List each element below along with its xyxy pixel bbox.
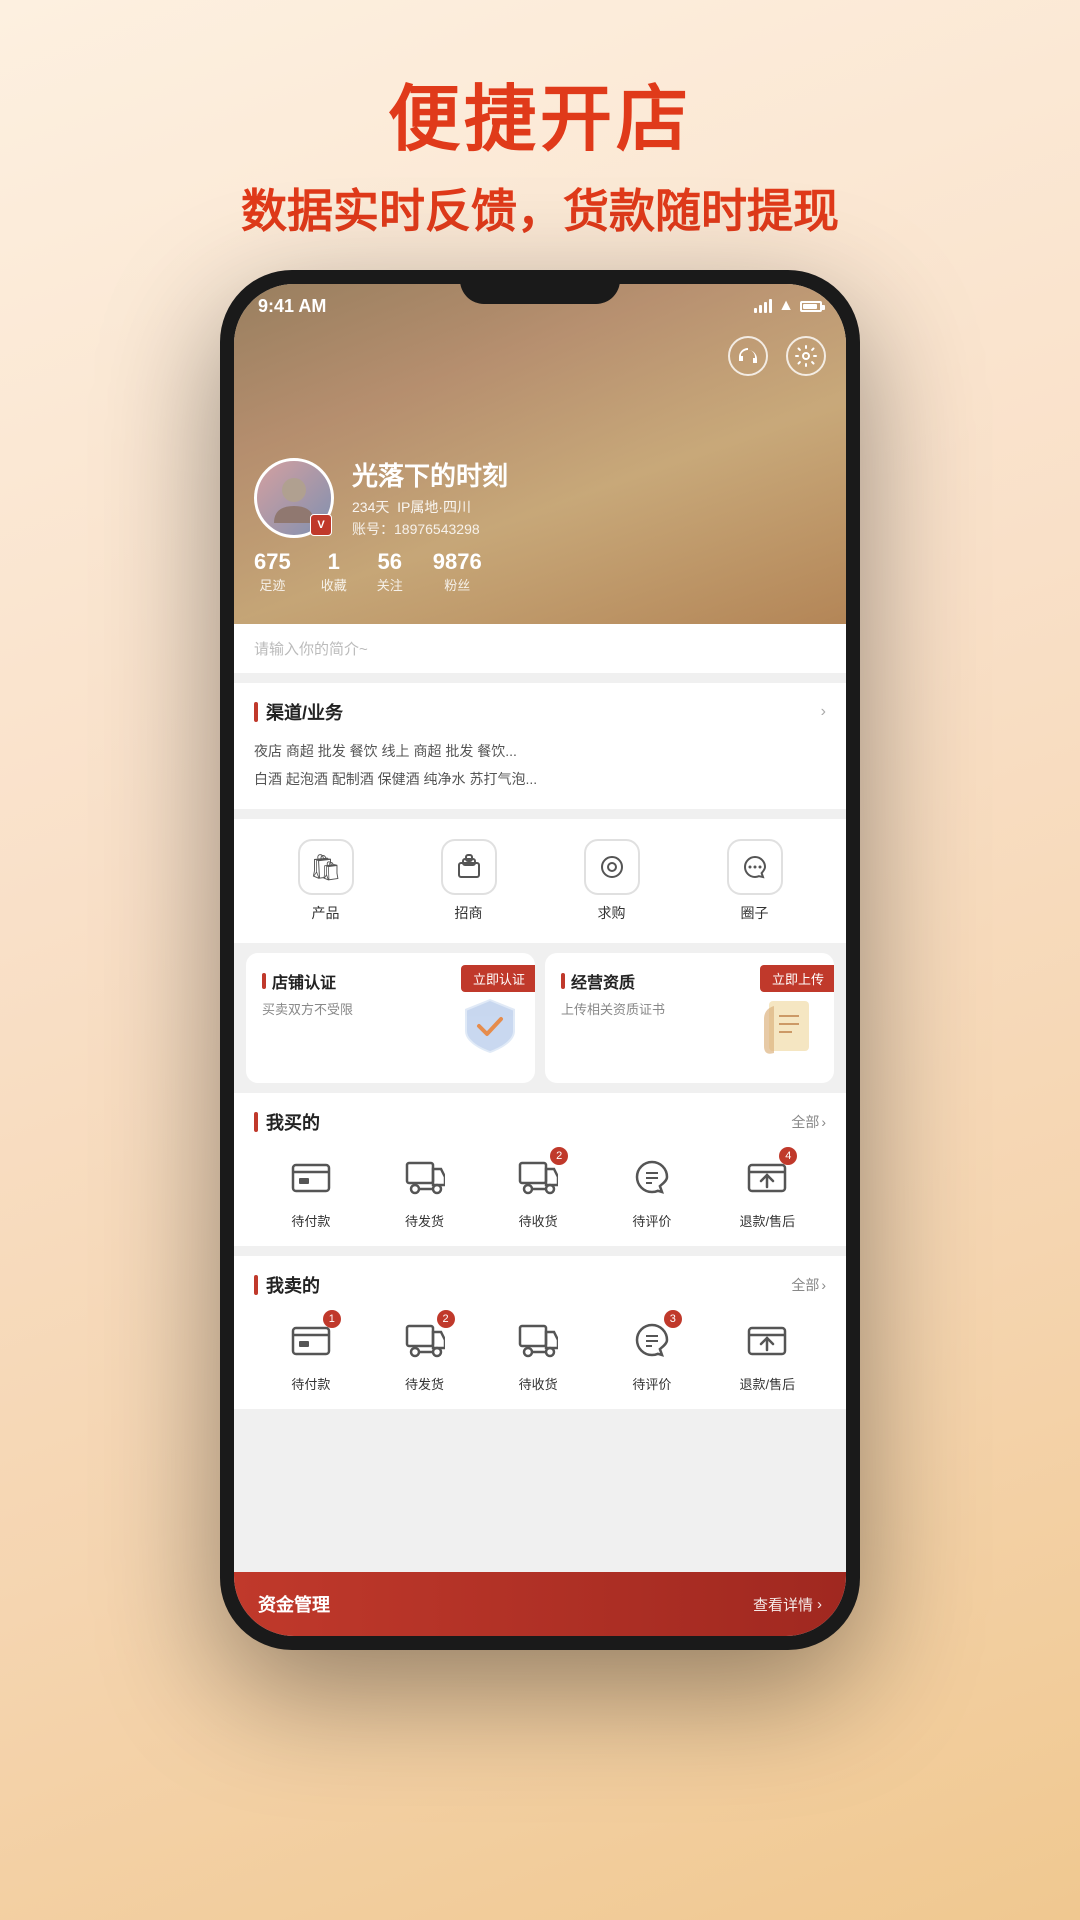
cert-row: 立即认证 店铺认证 买卖双方不受限: [234, 953, 846, 1083]
bottom-bar[interactable]: 资金管理 查看详情 ›: [234, 1572, 846, 1636]
nav-buy[interactable]: 求购: [584, 839, 640, 923]
order-review[interactable]: 待评价: [626, 1151, 678, 1230]
stat-fans: 9876 粉丝: [433, 549, 482, 594]
status-time: 9:41 AM: [258, 296, 326, 317]
bottom-bar-title: 资金管理: [258, 1591, 330, 1617]
nav-circle-label: 圈子: [741, 903, 769, 923]
badge-sales-review: 3: [664, 1310, 682, 1328]
order-pending-pay[interactable]: 待付款: [285, 1151, 337, 1230]
sales-pending-ship[interactable]: 2 待发货: [399, 1314, 451, 1393]
stat-following: 56 关注: [377, 549, 403, 594]
nav-product-label: 产品: [312, 903, 340, 923]
cert-badge-2[interactable]: 立即上传: [760, 965, 834, 992]
channel-tags-row1: 夜店 商超 批发 餐饮 线上 商超 批发 餐饮...: [254, 737, 826, 765]
purchases-icons-row: 待付款: [254, 1151, 826, 1230]
badge-sales-pay: 1: [323, 1310, 341, 1328]
main-title-line1: 便捷开店: [0, 60, 1080, 165]
cert-icon-1: [455, 991, 525, 1073]
sales-icons-row: 1 待付款: [254, 1314, 826, 1393]
channel-tags-row2: 白酒 起泡酒 配制酒 保健酒 纯净水 苏打气泡...: [254, 765, 826, 793]
phone-mockup: 9:41 AM ▲: [220, 270, 860, 1650]
buy-icon: [584, 839, 640, 895]
shop-cert-card[interactable]: 立即认证 店铺认证 买卖双方不受限: [246, 953, 535, 1083]
avatar-badge: V: [310, 514, 332, 536]
sales-refund[interactable]: 退款/售后: [740, 1314, 796, 1393]
nav-circle[interactable]: 圈子: [727, 839, 783, 923]
sales-section: 我卖的 全部 ›: [234, 1256, 846, 1409]
main-title-line2: 数据实时反馈，货款随时提现: [0, 175, 1080, 241]
headset-icon[interactable]: [728, 336, 768, 376]
wifi-icon: ▲: [778, 297, 794, 315]
page-title-block: 便捷开店 数据实时反馈，货款随时提现: [0, 0, 1080, 241]
user-account: 账号：18976543298: [352, 519, 508, 539]
channel-title: 渠道/业务: [254, 699, 343, 725]
nav-product[interactable]: 🛍 产品: [298, 839, 354, 923]
sales-pending-pay[interactable]: 1 待付款: [285, 1314, 337, 1393]
product-icon: 🛍: [298, 839, 354, 895]
quick-nav: 🛍 产品 招商: [234, 819, 846, 943]
phone-screen: 9:41 AM ▲: [234, 284, 846, 1636]
biz-cert-card[interactable]: 立即上传 经营资质 上传相关资质证书: [545, 953, 834, 1083]
purchases-view-all[interactable]: 全部 ›: [791, 1112, 826, 1132]
order-refund[interactable]: 4 退款/售后: [740, 1151, 796, 1230]
cert-icon-2: [754, 991, 824, 1073]
bio-placeholder: 请输入你的简介~: [254, 641, 368, 658]
circle-icon: [727, 839, 783, 895]
sales-title: 我卖的: [254, 1272, 320, 1298]
sales-view-all[interactable]: 全部 ›: [791, 1275, 826, 1295]
signal-icon: [754, 299, 772, 313]
cert-badge-1[interactable]: 立即认证: [461, 965, 535, 992]
battery-icon: [800, 301, 822, 312]
nav-buy-label: 求购: [598, 903, 626, 923]
bio-section[interactable]: 请输入你的简介~: [234, 624, 846, 673]
hero-header: 9:41 AM ▲: [234, 284, 846, 624]
phone-frame: 9:41 AM ▲: [220, 270, 860, 1650]
avatar-container: V: [254, 458, 334, 538]
order-receiving[interactable]: 2 待收货: [512, 1151, 564, 1230]
order-pending-pay-label: 待付款: [291, 1211, 330, 1230]
settings-icon[interactable]: [786, 336, 826, 376]
channel-chevron[interactable]: ›: [821, 703, 826, 721]
badge-sales-ship: 2: [437, 1310, 455, 1328]
purchases-title: 我买的: [254, 1109, 320, 1135]
user-info: V 光落下的时刻 234天 IP属地·四川 账号：18976543298: [254, 456, 826, 594]
sales-review[interactable]: 3 待评价: [626, 1314, 678, 1393]
header-actions: [728, 336, 826, 376]
bottom-bar-action[interactable]: 查看详情 ›: [753, 1594, 822, 1615]
stat-favorites: 1 收藏: [321, 549, 347, 594]
badge-refund: 4: [779, 1147, 797, 1165]
sales-receiving[interactable]: 待收货: [512, 1314, 564, 1393]
status-icons: ▲: [754, 297, 822, 315]
invest-icon: [441, 839, 497, 895]
order-pending-ship[interactable]: 待发货: [399, 1151, 451, 1230]
screen-scroll[interactable]: 请输入你的简介~ 渠道/业务 › 夜店 商超 批发 餐饮 线上 商超 批发 餐饮…: [234, 624, 846, 1572]
stat-footprint: 675 足迹: [254, 549, 291, 594]
username: 光落下的时刻: [352, 456, 508, 493]
purchases-section: 我买的 全部 ›: [234, 1093, 846, 1246]
user-meta: 234天 IP属地·四川: [352, 497, 508, 517]
nav-invest-label: 招商: [455, 903, 483, 923]
badge-receiving: 2: [550, 1147, 568, 1165]
phone-notch: [460, 270, 620, 304]
nav-invest[interactable]: 招商: [441, 839, 497, 923]
channel-section: 渠道/业务 › 夜店 商超 批发 餐饮 线上 商超 批发 餐饮... 白酒 起泡…: [234, 683, 846, 809]
stats-row: 675 足迹 1 收藏 56 关注: [254, 549, 826, 594]
